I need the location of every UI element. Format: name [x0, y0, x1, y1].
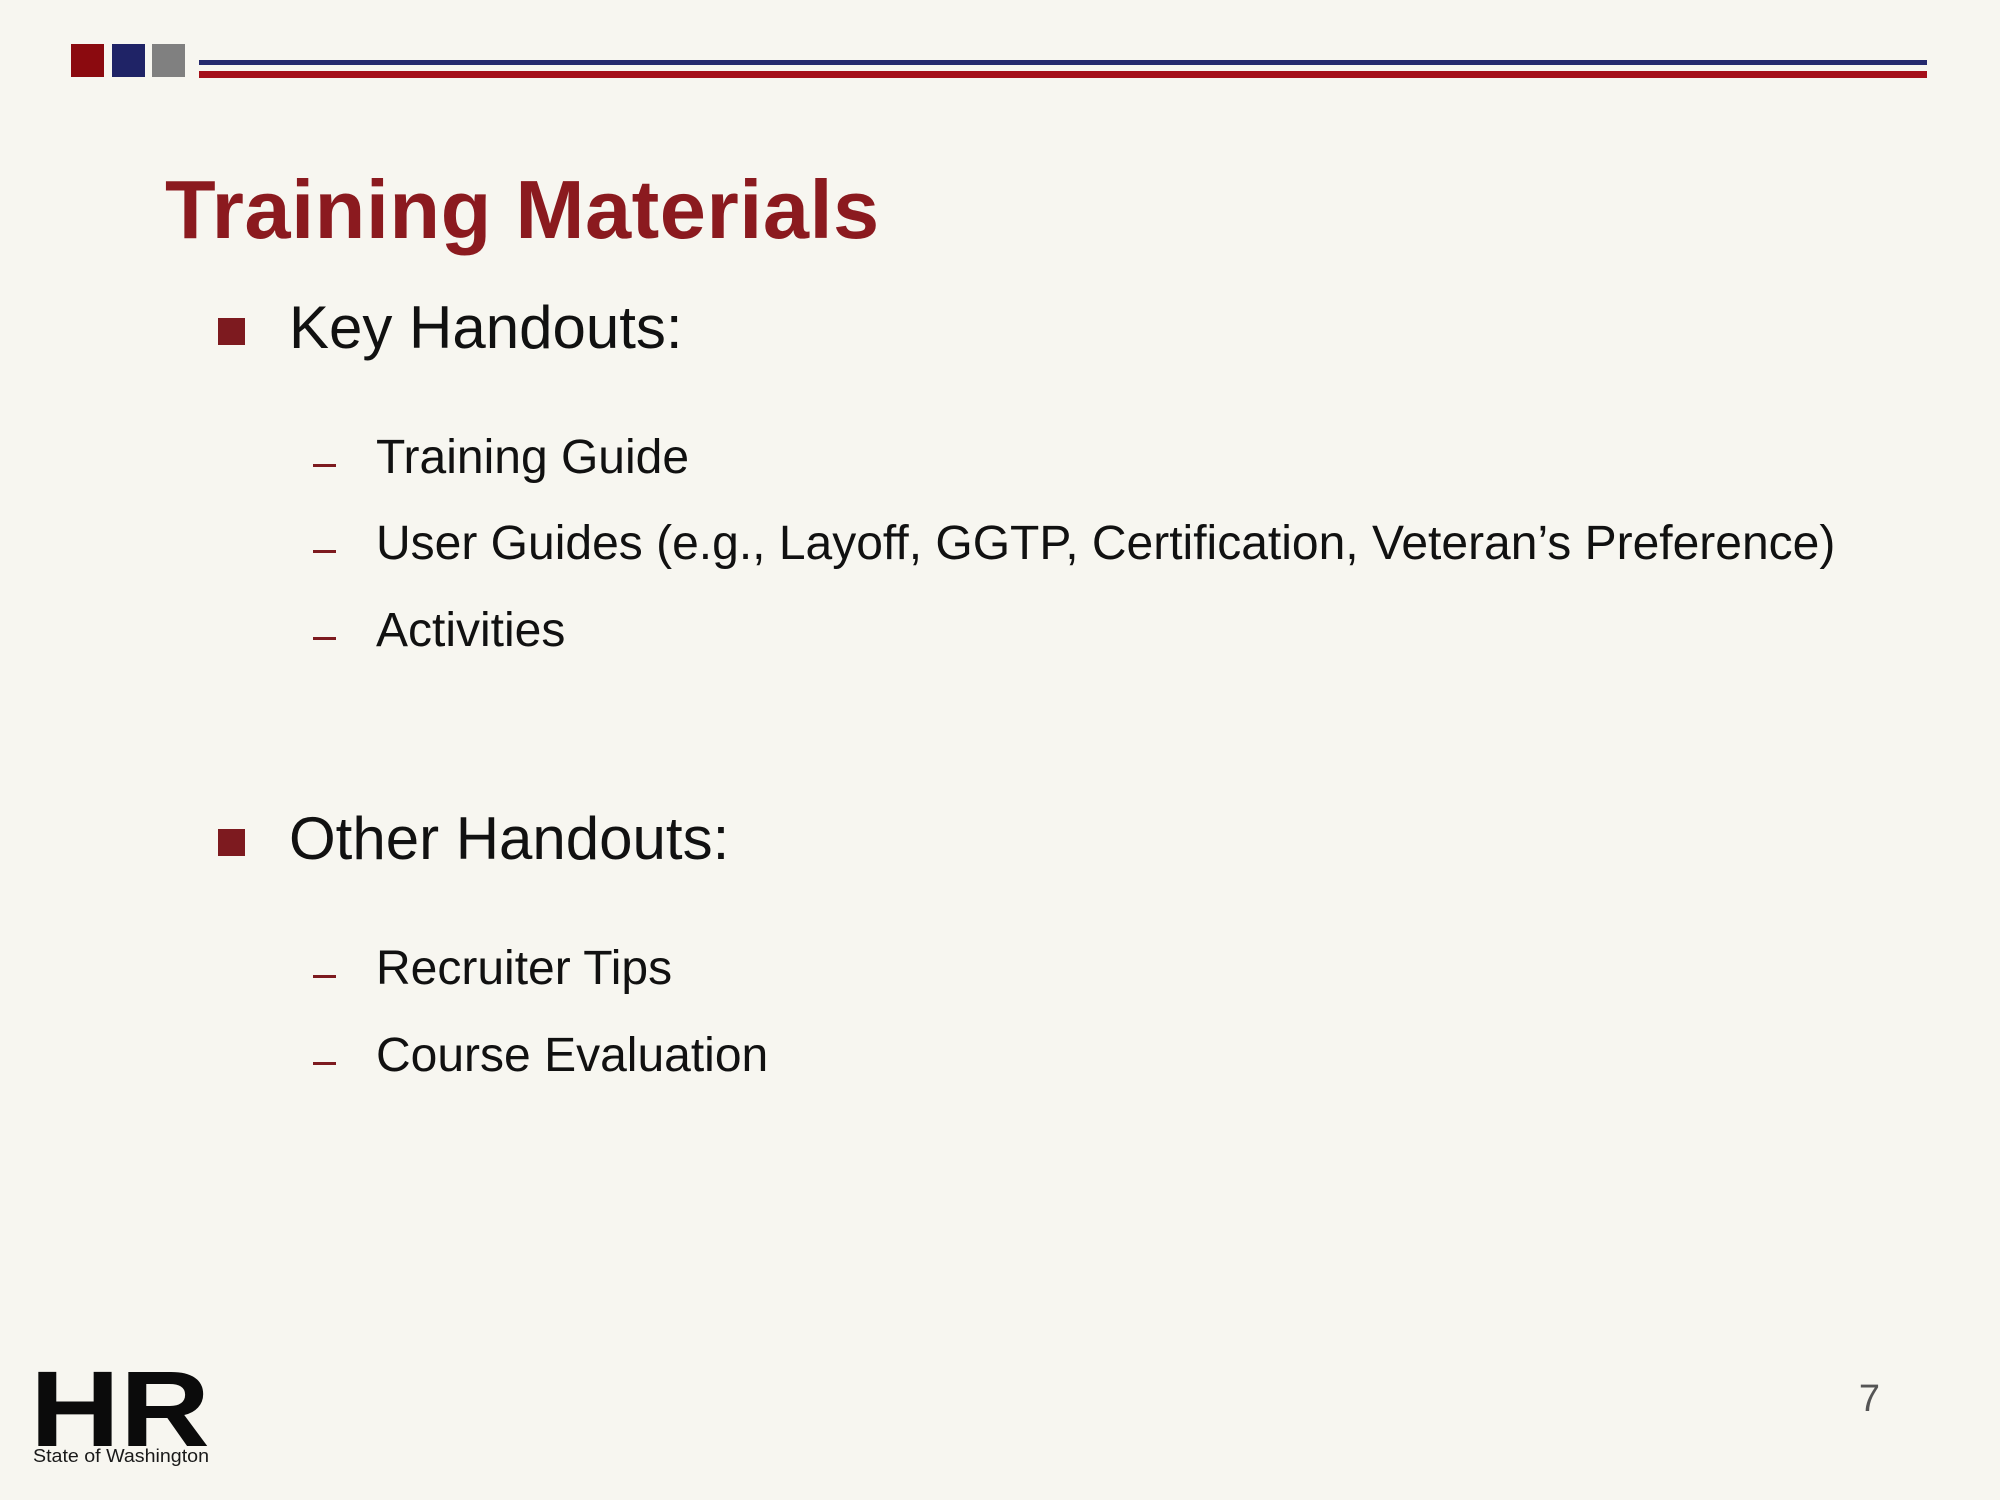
list-item-text: Training Guide	[376, 431, 690, 484]
dash-bullet-icon	[313, 975, 336, 978]
dash-bullet-icon	[313, 637, 336, 640]
header-square-gray	[152, 44, 185, 77]
list-item-text: User Guides (e.g., Layoff, GGTP, Certifi…	[376, 517, 1836, 570]
slide-title: Training Materials	[165, 163, 880, 256]
header-rule-navy	[199, 60, 1927, 65]
list-item-text: Recruiter Tips	[376, 942, 673, 995]
dash-bullet-icon	[313, 464, 336, 467]
dash-bullet-icon	[313, 1062, 336, 1065]
dash-bullet-icon	[313, 550, 336, 553]
square-bullet-icon	[218, 318, 245, 345]
section-heading: Key Handouts:	[289, 294, 683, 361]
page-number: 7	[1858, 1378, 1880, 1420]
list-item-text: Course Evaluation	[376, 1029, 769, 1082]
square-bullet-icon	[218, 829, 245, 856]
header-square-navy	[112, 44, 145, 77]
list-item-text: Activities	[376, 604, 566, 657]
header-rule-red	[199, 71, 1927, 78]
section-heading: Other Handouts:	[289, 805, 730, 872]
hr-logo-caption: State of Washington	[33, 1446, 209, 1466]
slide: Training Materials Key Handouts: Trainin…	[0, 0, 2000, 1500]
hr-logo: HR State of Washington	[30, 1348, 212, 1469]
hr-logo-icon: HR State of Washington	[30, 1348, 212, 1469]
header-square-red	[71, 44, 104, 77]
